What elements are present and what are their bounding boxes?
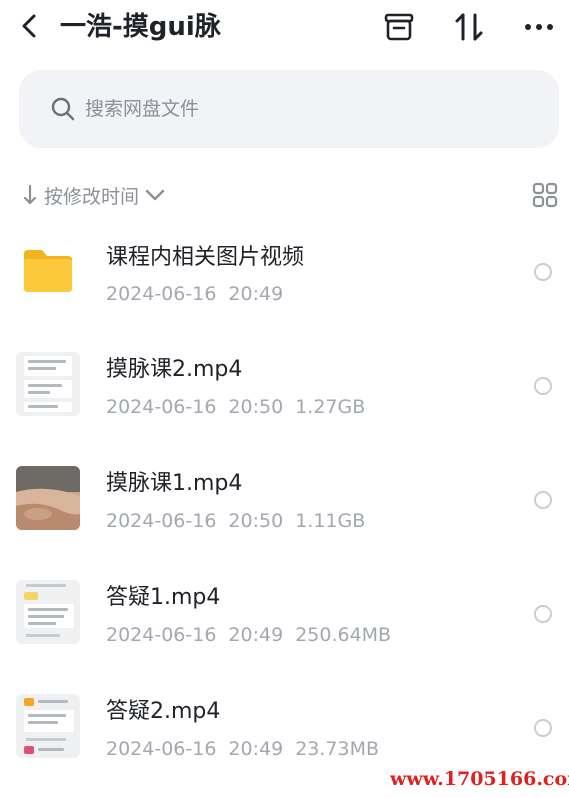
select-radio[interactable] — [534, 263, 552, 281]
file-name: 课程内相关图片视频 — [106, 245, 305, 270]
file-row[interactable]: 课程内相关图片视频 2024-06-16 20:49 — [0, 222, 569, 334]
file-name: 摸脉课2.mp4 — [106, 357, 243, 382]
archive-button[interactable] — [380, 8, 418, 46]
video-thumbnail — [16, 694, 80, 758]
sort-button[interactable] — [450, 8, 488, 46]
search-bar[interactable] — [19, 70, 559, 148]
file-name: 答疑1.mp4 — [106, 585, 221, 610]
search-input[interactable] — [85, 90, 525, 128]
file-time: 20:49 — [228, 624, 284, 646]
sort-selector[interactable]: 按修改时间 — [22, 180, 165, 210]
chevron-left-icon — [22, 14, 36, 38]
file-row[interactable]: 答疑1.mp4 2024-06-16 20:49 250.64MB — [0, 564, 569, 676]
file-meta: 2024-06-16 20:49 — [106, 282, 295, 306]
more-button[interactable] — [520, 8, 558, 46]
file-meta: 2024-06-16 20:50 1.11GB — [106, 509, 377, 533]
page-title: 一浩-摸gui脉 — [60, 12, 221, 42]
file-time: 20:50 — [228, 396, 284, 418]
file-list-screen: 一浩-摸gui脉 搜索网盘文件 按修改时间 课程内相关图片视频 2024-06-… — [0, 0, 569, 798]
file-size: 23.73MB — [295, 738, 380, 760]
file-size: 250.64MB — [295, 624, 392, 646]
back-button[interactable] — [14, 10, 46, 42]
select-radio[interactable] — [534, 491, 552, 509]
select-radio[interactable] — [534, 719, 552, 737]
watermark: www.1705166.com — [390, 768, 569, 790]
file-row[interactable]: 摸脉课2.mp4 2024-06-16 20:50 1.27GB — [0, 336, 569, 448]
header-bar: 一浩-摸gui脉 — [0, 0, 569, 56]
sort-label: 按修改时间 — [44, 185, 140, 208]
file-date: 2024-06-16 — [106, 510, 217, 532]
file-size: 1.11GB — [295, 510, 366, 532]
file-meta: 2024-06-16 20:49 250.64MB — [106, 623, 403, 647]
file-name: 摸脉课1.mp4 — [106, 471, 243, 496]
video-thumbnail — [16, 352, 80, 416]
sort-arrows-icon — [455, 13, 483, 41]
video-thumbnail — [16, 580, 80, 644]
ellipsis-icon — [525, 24, 553, 30]
chevron-down-icon — [145, 189, 165, 201]
video-thumbnail — [16, 466, 80, 530]
search-icon — [51, 97, 75, 121]
select-radio[interactable] — [534, 605, 552, 623]
file-time: 20:50 — [228, 510, 284, 532]
file-time: 20:49 — [228, 283, 284, 305]
file-time: 20:49 — [228, 738, 284, 760]
file-meta: 2024-06-16 20:50 1.27GB — [106, 395, 377, 419]
file-date: 2024-06-16 — [106, 624, 217, 646]
select-radio[interactable] — [534, 377, 552, 395]
file-row[interactable]: 摸脉课1.mp4 2024-06-16 20:50 1.11GB — [0, 450, 569, 562]
file-date: 2024-06-16 — [106, 283, 217, 305]
folder-icon — [24, 250, 72, 292]
grid-view-icon[interactable] — [532, 182, 558, 208]
file-date: 2024-06-16 — [106, 738, 217, 760]
file-name: 答疑2.mp4 — [106, 699, 221, 724]
file-size: 1.27GB — [295, 396, 366, 418]
arrow-down-icon — [23, 184, 37, 205]
file-date: 2024-06-16 — [106, 396, 217, 418]
archive-box-icon — [384, 13, 414, 41]
file-meta: 2024-06-16 20:49 23.73MB — [106, 737, 391, 761]
